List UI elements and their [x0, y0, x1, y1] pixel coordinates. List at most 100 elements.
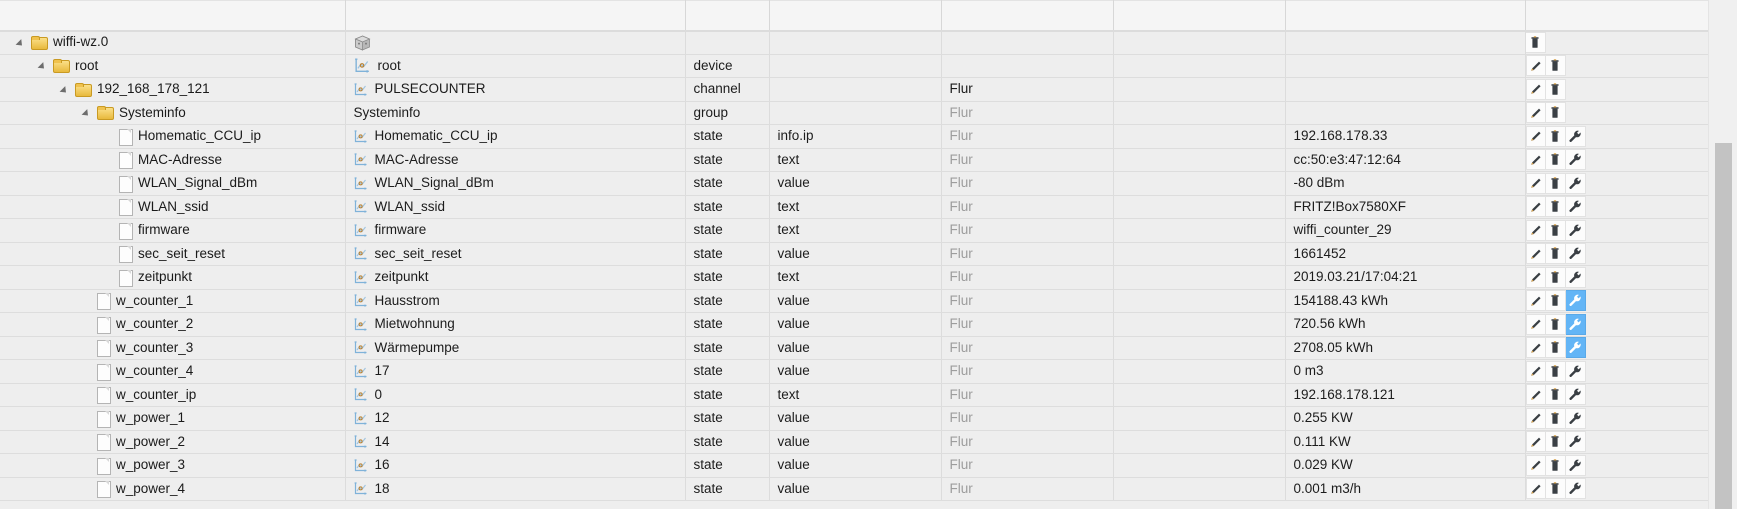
delete-row-button[interactable] — [1545, 78, 1566, 100]
delete-row-button[interactable] — [1545, 360, 1566, 382]
settings-row-button[interactable] — [1565, 125, 1586, 147]
cell-object-title[interactable]: MAC-Adresse — [345, 148, 686, 172]
edit-row-button[interactable] — [1525, 219, 1546, 241]
delete-row-button[interactable] — [1545, 266, 1566, 288]
table-row[interactable]: sec_seit_reset sec_seit_reset state value Fl… — [0, 242, 1708, 266]
settings-row-button[interactable] — [1565, 219, 1586, 241]
edit-row-button[interactable] — [1525, 125, 1546, 147]
edit-row-button[interactable] — [1525, 243, 1546, 265]
cell-object-title[interactable]: 12 — [345, 406, 686, 431]
settings-row-button[interactable] — [1565, 454, 1586, 476]
table-row[interactable]: WLAN_ssid WLAN_ssid state text Flur FRITZ!Box… — [0, 195, 1708, 219]
edit-row-button[interactable] — [1525, 55, 1546, 77]
cell-object-title[interactable]: 17 — [345, 359, 686, 384]
expand-collapse-toggle[interactable] — [82, 106, 95, 119]
delete-row-button[interactable] — [1545, 337, 1566, 359]
cell-object-name[interactable]: firmware — [0, 218, 346, 243]
cell-object-title[interactable]: WLAN_ssid — [345, 195, 686, 219]
edit-row-button[interactable] — [1525, 407, 1546, 429]
cell-object-name[interactable]: wiffi-wz.0 — [0, 30, 346, 55]
edit-row-button[interactable] — [1525, 290, 1546, 312]
table-row[interactable]: w_power_2 14 state value Flur 0.111 KW — [0, 430, 1708, 454]
cell-object-title[interactable]: sec_seit_reset — [345, 242, 686, 266]
table-row[interactable]: Homematic_CCU_ip Homematic_CCU_ip state inf… — [0, 124, 1708, 149]
cell-object-title[interactable]: PULSECOUNTER — [345, 77, 686, 102]
expand-collapse-toggle[interactable] — [16, 36, 29, 49]
cell-object-title[interactable]: 0 — [345, 383, 686, 407]
edit-row-button[interactable] — [1525, 149, 1546, 171]
column-header-function[interactable] — [1113, 0, 1286, 32]
table-row[interactable]: w_counter_2 Mietwohnung state value Flur 720.… — [0, 312, 1708, 337]
edit-row-button[interactable] — [1525, 172, 1546, 194]
table-row[interactable]: w_power_1 12 state value Flur 0.255 KW — [0, 406, 1708, 431]
table-row[interactable]: wiffi-wz.0 — [0, 30, 1708, 55]
cell-object-title[interactable]: 14 — [345, 430, 686, 454]
settings-row-button[interactable] — [1565, 243, 1586, 265]
settings-row-button[interactable] — [1565, 149, 1586, 171]
table-row[interactable]: root root device — [0, 54, 1708, 78]
cell-object-name[interactable]: w_counter_ip — [0, 383, 346, 407]
edit-row-button[interactable] — [1525, 360, 1546, 382]
cell-object-name[interactable]: zeitpunkt — [0, 265, 346, 290]
table-row[interactable]: firmware firmware state text Flur wiffi_count… — [0, 218, 1708, 243]
delete-row-button[interactable] — [1545, 313, 1566, 335]
settings-row-button[interactable] — [1565, 196, 1586, 218]
delete-row-button[interactable] — [1525, 32, 1546, 53]
edit-row-button[interactable] — [1525, 337, 1546, 359]
settings-row-button[interactable] — [1565, 478, 1586, 500]
cell-object-name[interactable]: WLAN_Signal_dBm — [0, 171, 346, 196]
cell-object-title[interactable]: zeitpunkt — [345, 265, 686, 290]
table-row[interactable]: w_power_3 16 state value Flur 0.029 KW — [0, 453, 1708, 478]
table-row[interactable]: w_counter_3 Wärmepumpe state value Flur 2708.… — [0, 336, 1708, 360]
delete-row-button[interactable] — [1545, 478, 1566, 500]
delete-row-button[interactable] — [1545, 431, 1566, 453]
cell-object-title[interactable]: WLAN_Signal_dBm — [345, 171, 686, 196]
table-row[interactable]: w_counter_1 Hausstrom state value Flur 154188… — [0, 289, 1708, 313]
table-row[interactable]: w_counter_ip 0 state text Flur 192.168.178.12… — [0, 383, 1708, 407]
cell-object-name[interactable]: MAC-Adresse — [0, 148, 346, 172]
edit-row-button[interactable] — [1525, 102, 1546, 124]
cell-object-name[interactable]: Homematic_CCU_ip — [0, 124, 346, 149]
cell-object-name[interactable]: w_power_1 — [0, 406, 346, 431]
cell-object-name[interactable]: sec_seit_reset — [0, 242, 346, 266]
cell-object-title[interactable]: firmware — [345, 218, 686, 243]
cell-object-name[interactable]: WLAN_ssid — [0, 195, 346, 219]
table-row[interactable]: w_counter_4 17 state value Flur 0 m3 — [0, 359, 1708, 384]
edit-row-button[interactable] — [1525, 78, 1546, 100]
column-header-name[interactable] — [0, 0, 346, 32]
settings-row-button[interactable] — [1565, 431, 1586, 453]
delete-row-button[interactable] — [1545, 55, 1566, 77]
settings-row-button[interactable] — [1565, 290, 1586, 312]
cell-object-title[interactable] — [345, 30, 686, 55]
delete-row-button[interactable] — [1545, 290, 1566, 312]
cell-object-title[interactable]: Hausstrom — [345, 289, 686, 313]
cell-object-title[interactable]: 16 — [345, 453, 686, 478]
edit-row-button[interactable] — [1525, 454, 1546, 476]
delete-row-button[interactable] — [1545, 407, 1566, 429]
edit-row-button[interactable] — [1525, 313, 1546, 335]
cell-object-name[interactable]: w_power_2 — [0, 430, 346, 454]
column-header-type[interactable] — [685, 0, 770, 32]
edit-row-button[interactable] — [1525, 384, 1546, 406]
column-header-role[interactable] — [769, 0, 942, 32]
vertical-scrollbar-thumb[interactable] — [1715, 143, 1732, 509]
cell-object-name[interactable]: 192_168_178_121 — [0, 77, 346, 102]
table-row[interactable]: zeitpunkt zeitpunkt state text Flur 2019.03.2… — [0, 265, 1708, 290]
settings-row-button[interactable] — [1565, 266, 1586, 288]
delete-row-button[interactable] — [1545, 196, 1566, 218]
delete-row-button[interactable] — [1545, 243, 1566, 265]
table-row[interactable]: MAC-Adresse MAC-Adresse state text Flur cc:50… — [0, 148, 1708, 172]
delete-row-button[interactable] — [1545, 454, 1566, 476]
delete-row-button[interactable] — [1545, 102, 1566, 124]
edit-row-button[interactable] — [1525, 196, 1546, 218]
cell-object-name[interactable]: w_counter_2 — [0, 312, 346, 337]
edit-row-button[interactable] — [1525, 478, 1546, 500]
cell-object-title[interactable]: Homematic_CCU_ip — [345, 124, 686, 149]
settings-row-button[interactable] — [1565, 360, 1586, 382]
cell-object-name[interactable]: w_counter_1 — [0, 289, 346, 313]
cell-object-title[interactable]: Mietwohnung — [345, 312, 686, 337]
cell-object-title[interactable]: Systeminfo — [345, 101, 686, 125]
column-header-room[interactable] — [941, 0, 1114, 32]
vertical-scrollbar[interactable] — [1708, 0, 1737, 509]
expand-collapse-toggle[interactable] — [60, 83, 73, 96]
